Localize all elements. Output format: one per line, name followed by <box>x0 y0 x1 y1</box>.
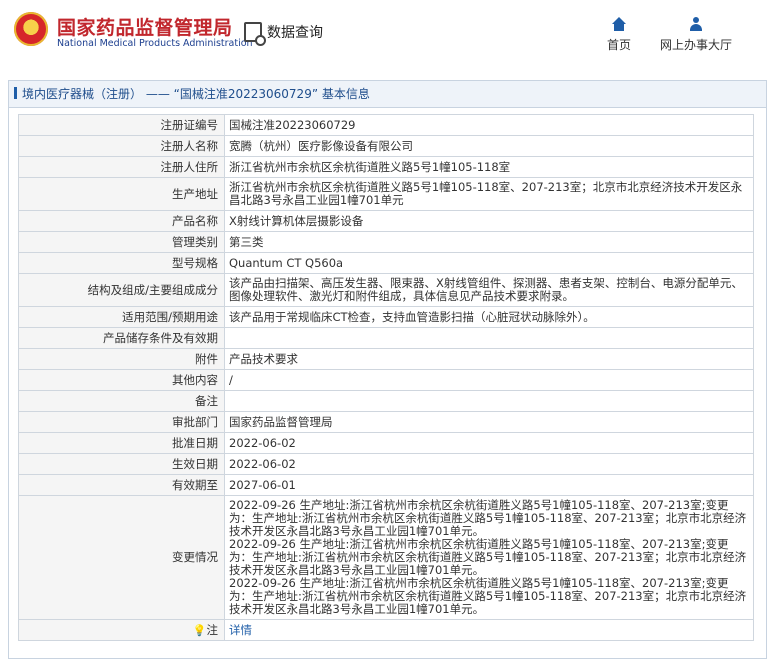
table-row: 生产地址 浙江省杭州市余杭区余杭街道胜义路5号1幢105-118室、207-213… <box>18 177 754 211</box>
row-value <box>224 327 754 349</box>
row-value: 国械注准20223060729 <box>224 114 754 136</box>
note-value-cell: 详情 <box>224 619 754 641</box>
table-row: 生效日期 2022-06-02 <box>18 453 754 475</box>
row-value: Quantum CT Q560a <box>224 252 754 274</box>
row-value: X射线计算机体层摄影设备 <box>224 210 754 232</box>
table-row: 注册证编号 国械注准20223060729 <box>18 114 754 136</box>
row-value: 浙江省杭州市余杭区余杭街道胜义路5号1幢105-118室、207-213室；北京… <box>224 177 754 211</box>
row-value: 2027-06-01 <box>224 474 754 496</box>
title-marker-icon <box>14 87 17 99</box>
home-icon <box>612 17 626 31</box>
table-row: 产品名称 X射线计算机体层摄影设备 <box>18 210 754 232</box>
row-key: 注册证编号 <box>18 114 225 136</box>
change-entry: 2022-09-26 生产地址:浙江省杭州市余杭区余杭街道胜义路5号1幢105-… <box>229 537 747 577</box>
row-key: 有效期至 <box>18 474 225 496</box>
row-key: 适用范围/预期用途 <box>18 306 225 328</box>
data-query-link[interactable]: 数据查询 <box>244 22 323 46</box>
table-row: 型号规格 Quantum CT Q560a <box>18 252 754 274</box>
user-icon <box>689 17 703 31</box>
row-value: 2022-06-02 <box>224 432 754 454</box>
row-key: 产品名称 <box>18 210 225 232</box>
row-key: 变更情况 <box>18 495 225 620</box>
row-key: 备注 <box>18 390 225 412</box>
search-document-icon <box>244 22 266 46</box>
row-value: 第三类 <box>224 231 754 253</box>
details-link[interactable]: 详情 <box>229 623 252 637</box>
table-row-note: 💡注 详情 <box>18 619 754 641</box>
table-row: 审批部门 国家药品监督管理局 <box>18 411 754 433</box>
data-query-label: 数据查询 <box>267 25 323 41</box>
emblem-icon[interactable] <box>14 12 48 46</box>
table-row-changes: 变更情况 2022-09-26 生产地址:浙江省杭州市余杭区余杭街道胜义路5号1… <box>18 495 754 620</box>
note-key-cell: 💡注 <box>18 619 225 641</box>
nav-online-hall-label: 网上办事大厅 <box>660 38 733 52</box>
row-key: 批准日期 <box>18 432 225 454</box>
change-entry: 2022-09-26 生产地址:浙江省杭州市余杭区余杭街道胜义路5号1幢105-… <box>229 498 747 538</box>
nav-home[interactable]: 首页 <box>607 17 631 53</box>
table-row: 注册人住所 浙江省杭州市余杭区余杭街道胜义路5号1幢105-118室 <box>18 156 754 178</box>
row-value: 产品技术要求 <box>224 348 754 370</box>
basic-info-panel: 境内医疗器械（注册） —— “国械注准20223060729” 基本信息 注册证… <box>8 80 767 659</box>
row-value <box>224 390 754 412</box>
row-key: 审批部门 <box>18 411 225 433</box>
panel-title: 境内医疗器械（注册） —— “国械注准20223060729” 基本信息 <box>9 81 766 108</box>
table-row: 批准日期 2022-06-02 <box>18 432 754 454</box>
note-key: 注 <box>206 622 219 637</box>
row-key: 注册人名称 <box>18 135 225 157</box>
table-row: 产品储存条件及有效期 <box>18 327 754 349</box>
row-key: 附件 <box>18 348 225 370</box>
table-row: 备注 <box>18 390 754 412</box>
site-header: 国家药品监督管理局 National Medical Products Admi… <box>0 0 768 70</box>
row-key: 产品储存条件及有效期 <box>18 327 225 349</box>
row-key: 生效日期 <box>18 453 225 475</box>
change-history: 2022-09-26 生产地址:浙江省杭州市余杭区余杭街道胜义路5号1幢105-… <box>224 495 754 620</box>
table-row: 管理类别 第三类 <box>18 231 754 253</box>
row-key: 管理类别 <box>18 231 225 253</box>
table-row: 附件 产品技术要求 <box>18 348 754 370</box>
row-key: 其他内容 <box>18 369 225 391</box>
table-row: 适用范围/预期用途 该产品用于常规临床CT检查，支持血管造影扫描（心脏冠状动脉除外… <box>18 306 754 328</box>
row-value: / <box>224 369 754 391</box>
row-key: 注册人住所 <box>18 156 225 178</box>
table-row: 注册人名称 宽腾（杭州）医疗影像设备有限公司 <box>18 135 754 157</box>
panel-title-text: 境内医疗器械（注册） —— “国械注准20223060729” 基本信息 <box>22 87 370 101</box>
bulb-icon: 💡 <box>192 623 207 637</box>
info-table: 注册证编号 国械注准20223060729 注册人名称 宽腾（杭州）医疗影像设备有限… <box>18 114 754 641</box>
row-key: 生产地址 <box>18 177 225 211</box>
row-key: 型号规格 <box>18 252 225 274</box>
table-row: 有效期至 2027-06-01 <box>18 474 754 496</box>
row-key: 结构及组成/主要组成成分 <box>18 273 225 307</box>
row-value: 2022-06-02 <box>224 453 754 475</box>
nav-home-label: 首页 <box>607 38 632 52</box>
row-value: 国家药品监督管理局 <box>224 411 754 433</box>
row-value: 该产品用于常规临床CT检查，支持血管造影扫描（心脏冠状动脉除外）。 <box>224 306 754 328</box>
change-entry: 2022-09-26 生产地址:浙江省杭州市余杭区余杭街道胜义路5号1幢105-… <box>229 576 747 616</box>
row-value: 该产品由扫描架、高压发生器、限束器、X射线管组件、探测器、患者支架、控制台、电源… <box>224 273 754 307</box>
row-value: 宽腾（杭州）医疗影像设备有限公司 <box>224 135 754 157</box>
nav-online-hall[interactable]: 网上办事大厅 <box>660 17 732 53</box>
row-value: 浙江省杭州市余杭区余杭街道胜义路5号1幢105-118室 <box>224 156 754 178</box>
table-row: 结构及组成/主要组成成分 该产品由扫描架、高压发生器、限束器、X射线管组件、探测器… <box>18 273 754 307</box>
table-row: 其他内容 / <box>18 369 754 391</box>
site-logo-subtitle[interactable]: National Medical Products Administration <box>57 38 253 49</box>
site-logo-title[interactable]: 国家药品监督管理局 <box>57 13 233 40</box>
